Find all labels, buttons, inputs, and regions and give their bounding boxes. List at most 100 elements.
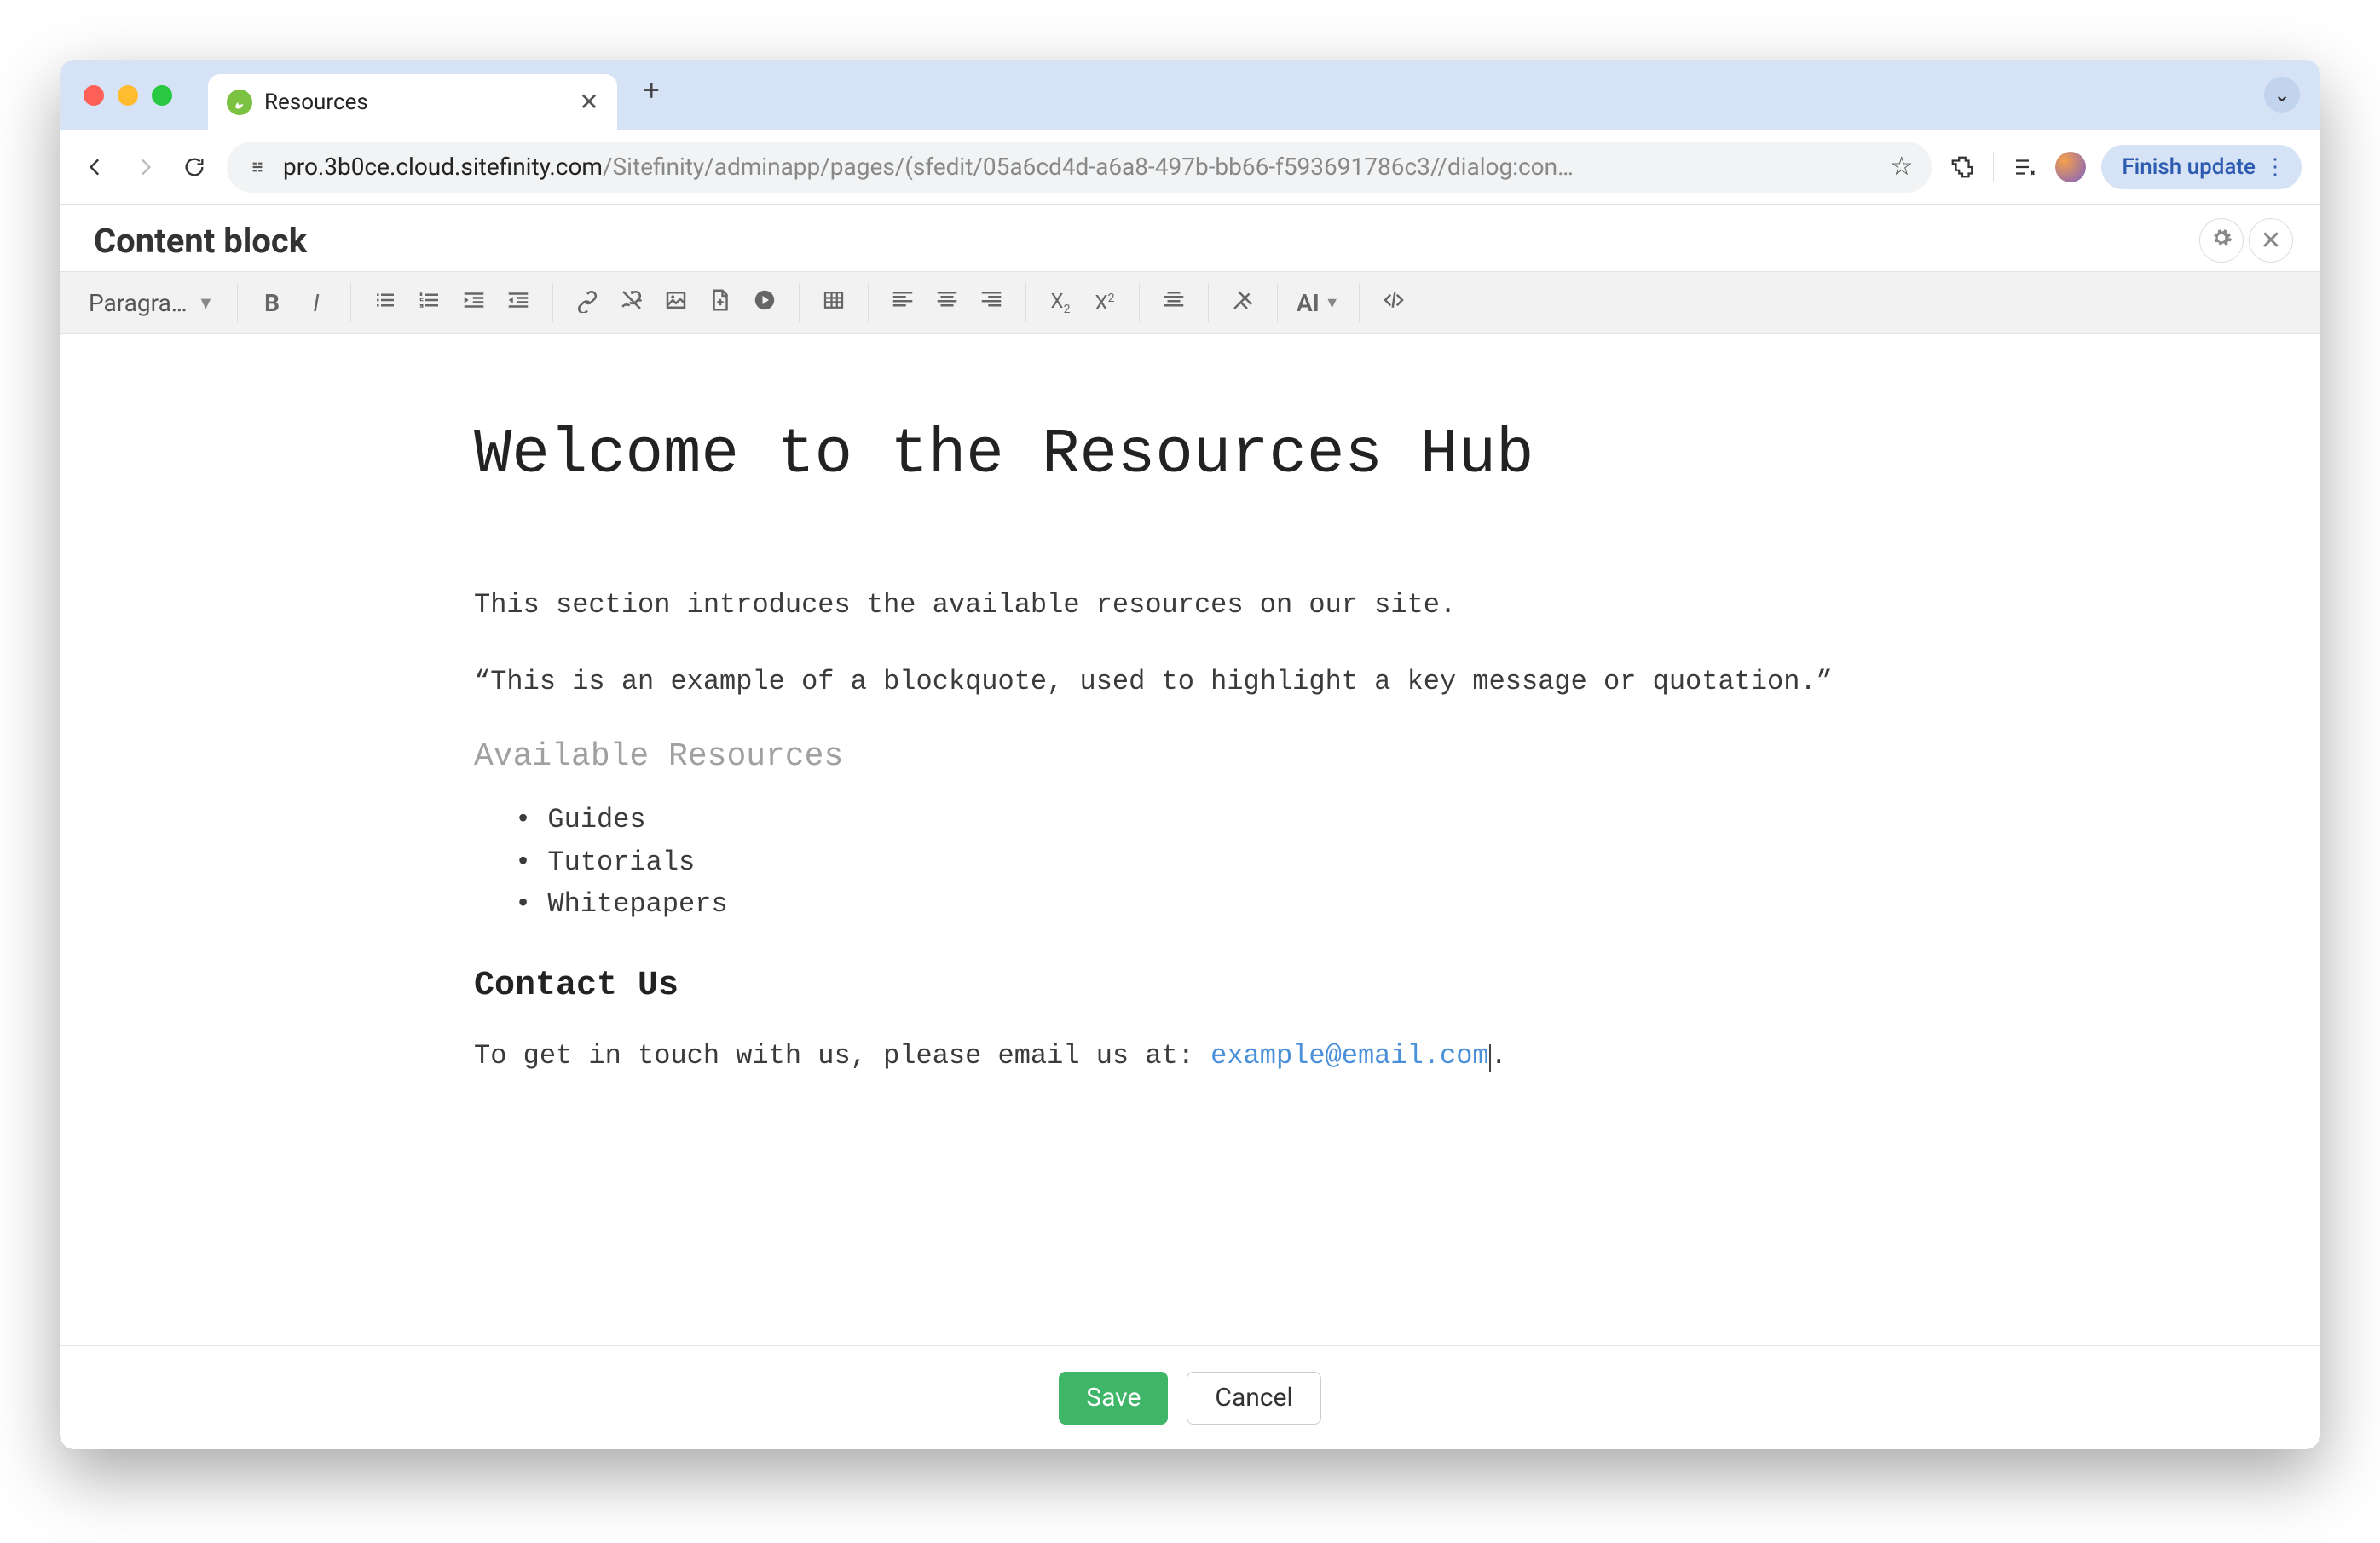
bold-button[interactable]: B <box>250 280 294 325</box>
dialog-footer: Save Cancel <box>60 1345 2320 1449</box>
list-item[interactable]: Guides <box>515 799 1906 841</box>
unlink-icon <box>619 287 644 319</box>
table-button[interactable] <box>812 280 856 325</box>
maximize-window-button[interactable] <box>152 85 172 106</box>
gear-icon <box>2210 226 2233 256</box>
superscript-icon: X2 <box>1095 291 1115 315</box>
indent-icon <box>461 287 487 319</box>
content-h3[interactable]: Available Resources <box>474 738 1906 775</box>
content-blockquote[interactable]: “This is an example of a blockquote, use… <box>474 662 1906 702</box>
chevron-down-icon: ▼ <box>198 292 215 314</box>
tab-strip: Resources ✕ + ⌄ <box>60 60 2320 130</box>
browser-tab[interactable]: Resources ✕ <box>208 74 617 130</box>
back-button[interactable] <box>78 150 113 184</box>
editor-surface[interactable]: Welcome to the Resources Hub This sectio… <box>60 334 2320 1345</box>
toolbar-separator <box>237 283 238 322</box>
separator <box>1993 152 1994 182</box>
content-list[interactable]: Guides Tutorials Whitepapers <box>515 799 1906 926</box>
format-dropdown[interactable]: Paragra… ▼ <box>80 284 225 322</box>
content-contact[interactable]: To get in touch with us, please email us… <box>474 1036 1906 1077</box>
clear-formatting-button[interactable] <box>1221 280 1265 325</box>
address-bar[interactable]: pro.3b0ce.cloud.sitefinity.com/Sitefinit… <box>227 142 1932 193</box>
document-content[interactable]: Welcome to the Resources Hub This sectio… <box>474 419 1906 1077</box>
content-h2[interactable]: Contact Us <box>474 967 1906 1005</box>
video-button[interactable] <box>742 280 787 325</box>
contact-email-link[interactable]: example@email.com <box>1210 1040 1488 1072</box>
list-item[interactable]: Tutorials <box>515 841 1906 884</box>
browser-window: Resources ✕ + ⌄ pro.3b0ce.cloud.sitefini… <box>60 60 2320 1449</box>
finish-update-button[interactable]: Finish update ⋮ <box>2101 145 2302 189</box>
dialog-title: Content block <box>94 221 307 261</box>
numbered-list-button[interactable] <box>407 280 452 325</box>
link-button[interactable] <box>565 280 609 325</box>
dialog-header-actions: ✕ <box>2199 218 2293 263</box>
unlink-button[interactable] <box>609 280 654 325</box>
url-path: /Sitefinity/adminapp/pages/(sfedit/05a6c… <box>603 153 1574 181</box>
site-settings-icon[interactable] <box>246 155 269 179</box>
align-right-icon <box>979 287 1004 319</box>
profile-avatar[interactable] <box>2055 152 2086 182</box>
bookmark-icon[interactable]: ☆ <box>1890 152 1913 182</box>
window-controls <box>84 85 172 106</box>
file-button[interactable] <box>698 280 742 325</box>
rich-text-toolbar: Paragra… ▼ B I <box>60 271 2320 334</box>
align-center-button[interactable] <box>925 280 969 325</box>
content-h1[interactable]: Welcome to the Resources Hub <box>474 419 1906 491</box>
source-code-button[interactable] <box>1372 280 1416 325</box>
forward-button[interactable] <box>128 150 162 184</box>
cancel-button-label: Cancel <box>1215 1383 1292 1413</box>
ai-button[interactable]: AI ▼ <box>1290 280 1347 325</box>
reading-list-icon[interactable] <box>2009 152 2040 182</box>
italic-button[interactable]: I <box>294 280 338 325</box>
save-button-label: Save <box>1086 1383 1141 1413</box>
align-left-icon <box>890 287 916 319</box>
list-item[interactable]: Whitepapers <box>515 883 1906 926</box>
toolbar-separator <box>350 283 351 322</box>
toolbar-separator <box>1139 283 1140 322</box>
align-justify-button[interactable] <box>1152 280 1196 325</box>
bullet-list-button[interactable] <box>363 280 407 325</box>
indent-button[interactable] <box>452 280 496 325</box>
extensions-icon[interactable] <box>1947 152 1978 182</box>
close-dialog-button[interactable]: ✕ <box>2249 218 2293 263</box>
superscript-button[interactable]: X2 <box>1083 280 1127 325</box>
bullet-list-icon <box>373 287 398 319</box>
minimize-window-button[interactable] <box>118 85 138 106</box>
tab-title: Resources <box>264 90 564 115</box>
reload-button[interactable] <box>177 150 211 184</box>
kebab-icon: ⋮ <box>2264 154 2286 180</box>
close-window-button[interactable] <box>84 85 104 106</box>
align-right-button[interactable] <box>969 280 1014 325</box>
settings-button[interactable] <box>2199 218 2244 263</box>
url-text: pro.3b0ce.cloud.sitefinity.com/Sitefinit… <box>283 153 1876 181</box>
code-icon <box>1381 287 1407 319</box>
outdent-button[interactable] <box>496 280 540 325</box>
toolbar-separator <box>799 283 800 322</box>
image-icon <box>663 287 689 319</box>
numbered-list-icon <box>417 287 442 319</box>
save-button[interactable]: Save <box>1059 1372 1168 1425</box>
tab-close-button[interactable]: ✕ <box>576 88 602 116</box>
finish-update-label: Finish update <box>2122 154 2256 180</box>
video-icon <box>752 287 777 319</box>
italic-icon: I <box>313 289 319 317</box>
link-icon <box>575 287 600 319</box>
image-button[interactable] <box>654 280 698 325</box>
app-content: Content block ✕ Paragra… ▼ <box>60 205 2320 1449</box>
tab-favicon-icon <box>227 90 252 115</box>
align-justify-icon <box>1161 287 1187 319</box>
align-left-button[interactable] <box>881 280 925 325</box>
contact-text-post: . <box>1491 1040 1507 1072</box>
toolbar-separator <box>1277 283 1278 322</box>
browser-toolbar: pro.3b0ce.cloud.sitefinity.com/Sitefinit… <box>60 130 2320 205</box>
new-tab-button[interactable]: + <box>634 73 668 107</box>
toolbar-separator <box>1359 283 1360 322</box>
format-dropdown-label: Paragra… <box>89 289 188 317</box>
cancel-button[interactable]: Cancel <box>1187 1372 1320 1425</box>
subscript-button[interactable]: X2 <box>1038 280 1083 325</box>
toolbar-separator <box>1025 283 1026 322</box>
toolbar-separator <box>868 283 869 322</box>
tabs-dropdown-button[interactable]: ⌄ <box>2264 77 2300 113</box>
clear-formatting-icon <box>1230 287 1256 319</box>
content-intro[interactable]: This section introduces the available re… <box>474 585 1906 626</box>
